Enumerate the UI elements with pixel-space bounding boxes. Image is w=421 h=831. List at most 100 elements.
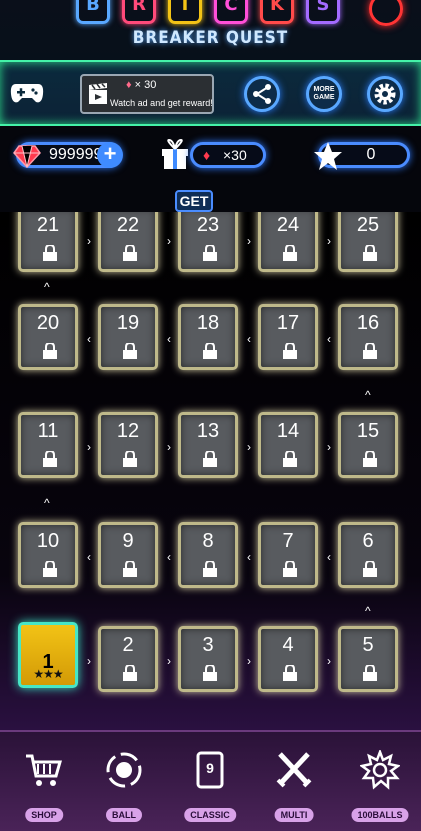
nav-multi[interactable]: MULTI <box>256 740 332 828</box>
logo-letter-k: K <box>260 0 294 24</box>
level-number: 21 <box>36 214 60 236</box>
nav-shop[interactable]: SHOP <box>6 740 82 828</box>
level-number: 25 <box>356 214 380 236</box>
lock-icon <box>123 665 137 681</box>
level-tile-17[interactable]: 17 <box>258 304 318 370</box>
level-number: 6 <box>362 530 374 552</box>
lock-icon <box>283 343 297 359</box>
level-number: 4 <box>282 634 294 656</box>
level-tile-8[interactable]: 8 <box>178 522 238 588</box>
more-games-button[interactable]: MORE GAME <box>306 76 342 112</box>
path-arrow-left-icon: ‹ <box>247 332 251 346</box>
nav-label: 100BALLS <box>351 808 409 822</box>
lock-icon <box>43 561 57 577</box>
lock-icon <box>203 343 217 359</box>
logo-letter-s: S <box>306 0 340 24</box>
level-tile-9[interactable]: 9 <box>98 522 158 588</box>
gamepad-icon[interactable] <box>10 80 44 106</box>
level-tile-23[interactable]: 23 <box>178 212 238 272</box>
power-button[interactable] <box>369 0 403 26</box>
level-number: 13 <box>196 420 220 442</box>
gift-icon[interactable] <box>160 138 190 170</box>
level-number: 9 <box>122 530 134 552</box>
level-number: 17 <box>276 312 300 334</box>
nav-ball[interactable]: BALL <box>86 740 162 828</box>
level-tile-2[interactable]: 2 <box>98 626 158 692</box>
level-tile-15[interactable]: 15 <box>338 412 398 478</box>
level-tile-3[interactable]: 3 <box>178 626 238 692</box>
path-arrow-up-icon: ^ <box>44 280 50 294</box>
level-tile-11[interactable]: 11 <box>18 412 78 478</box>
gem-icon <box>13 145 41 168</box>
lock-icon <box>43 245 57 261</box>
level-tile-25[interactable]: 25 <box>338 212 398 272</box>
path-arrow-left-icon: ‹ <box>327 332 331 346</box>
level-tile-24[interactable]: 24 <box>258 212 318 272</box>
logo-subtitle: BREAKER QUEST <box>132 28 289 48</box>
path-arrow-right-icon: › <box>247 234 251 248</box>
logo-letter-b: B <box>76 0 110 24</box>
level-tile-14[interactable]: 14 <box>258 412 318 478</box>
level-tile-16[interactable]: 16 <box>338 304 398 370</box>
lock-icon <box>203 665 217 681</box>
level-tile-5[interactable]: 5 <box>338 626 398 692</box>
level-tile-12[interactable]: 12 <box>98 412 158 478</box>
clapperboard-icon <box>89 83 107 104</box>
path-arrow-left-icon: ‹ <box>247 550 251 564</box>
level-tile-22[interactable]: 22 <box>98 212 158 272</box>
get-reward-button[interactable]: GET <box>175 190 213 212</box>
level-number: 2 <box>122 634 134 656</box>
level-number: 15 <box>356 420 380 442</box>
lock-icon <box>123 451 137 467</box>
level-number: 19 <box>116 312 140 334</box>
settings-button[interactable] <box>367 76 403 112</box>
ad-reward-value: × 30 <box>134 79 157 91</box>
level-tile-13[interactable]: 13 <box>178 412 238 478</box>
crossed-swords-icon <box>276 752 312 788</box>
ball-icon <box>106 752 142 788</box>
level-tile-4[interactable]: 4 <box>258 626 318 692</box>
level-tile-7[interactable]: 7 <box>258 522 318 588</box>
level-number: 5 <box>362 634 374 656</box>
path-arrow-up-icon: ^ <box>365 388 371 402</box>
share-button[interactable] <box>244 76 280 112</box>
path-arrow-left-icon: ‹ <box>167 332 171 346</box>
level-number: 14 <box>276 420 300 442</box>
lock-icon <box>283 451 297 467</box>
nav-100balls[interactable]: 100BALLS <box>342 740 418 828</box>
nav-label: SHOP <box>25 808 63 822</box>
watch-ad-button[interactable]: ♦ × 30 Watch ad and get reward! <box>80 74 214 114</box>
level-number: 23 <box>196 214 220 236</box>
level-tile-18[interactable]: 18 <box>178 304 238 370</box>
level-number: 8 <box>202 530 214 552</box>
top-toolbar: ♦ × 30 Watch ad and get reward! MORE GAM… <box>0 60 421 126</box>
level-tile-1[interactable]: 1 ★★★ <box>18 622 78 688</box>
path-arrow-right-icon: › <box>87 654 91 668</box>
path-arrow-left-icon: ‹ <box>87 550 91 564</box>
gem-count-value: 999999 <box>49 146 103 163</box>
lock-icon <box>203 451 217 467</box>
add-gems-button[interactable]: + <box>97 142 123 168</box>
lock-icon <box>363 561 377 577</box>
lock-icon <box>363 451 377 467</box>
lock-icon <box>363 343 377 359</box>
level-tile-10[interactable]: 10 <box>18 522 78 588</box>
level-number: 7 <box>282 530 294 552</box>
gift-gem-icon: ♦ <box>203 147 211 163</box>
level-stars: ★★★ <box>33 667 63 681</box>
logo-letter-r: R <box>122 0 156 24</box>
path-arrow-right-icon: › <box>247 440 251 454</box>
level-tile-19[interactable]: 19 <box>98 304 158 370</box>
ad-reward-amount: ♦ × 30 <box>126 79 157 91</box>
path-arrow-right-icon: › <box>247 654 251 668</box>
path-arrow-left-icon: ‹ <box>167 550 171 564</box>
logo-tiles: B R I C K S <box>76 0 340 24</box>
more-games-label: MORE GAME <box>313 86 335 101</box>
level-tile-6[interactable]: 6 <box>338 522 398 588</box>
level-tile-21[interactable]: 21 <box>18 212 78 272</box>
nav-classic[interactable]: 9 CLASSIC <box>172 740 248 828</box>
star-counter: 0 <box>314 142 410 170</box>
gift-reward-value: ×30 <box>223 147 247 163</box>
level-number: 12 <box>116 420 140 442</box>
level-tile-20[interactable]: 20 <box>18 304 78 370</box>
